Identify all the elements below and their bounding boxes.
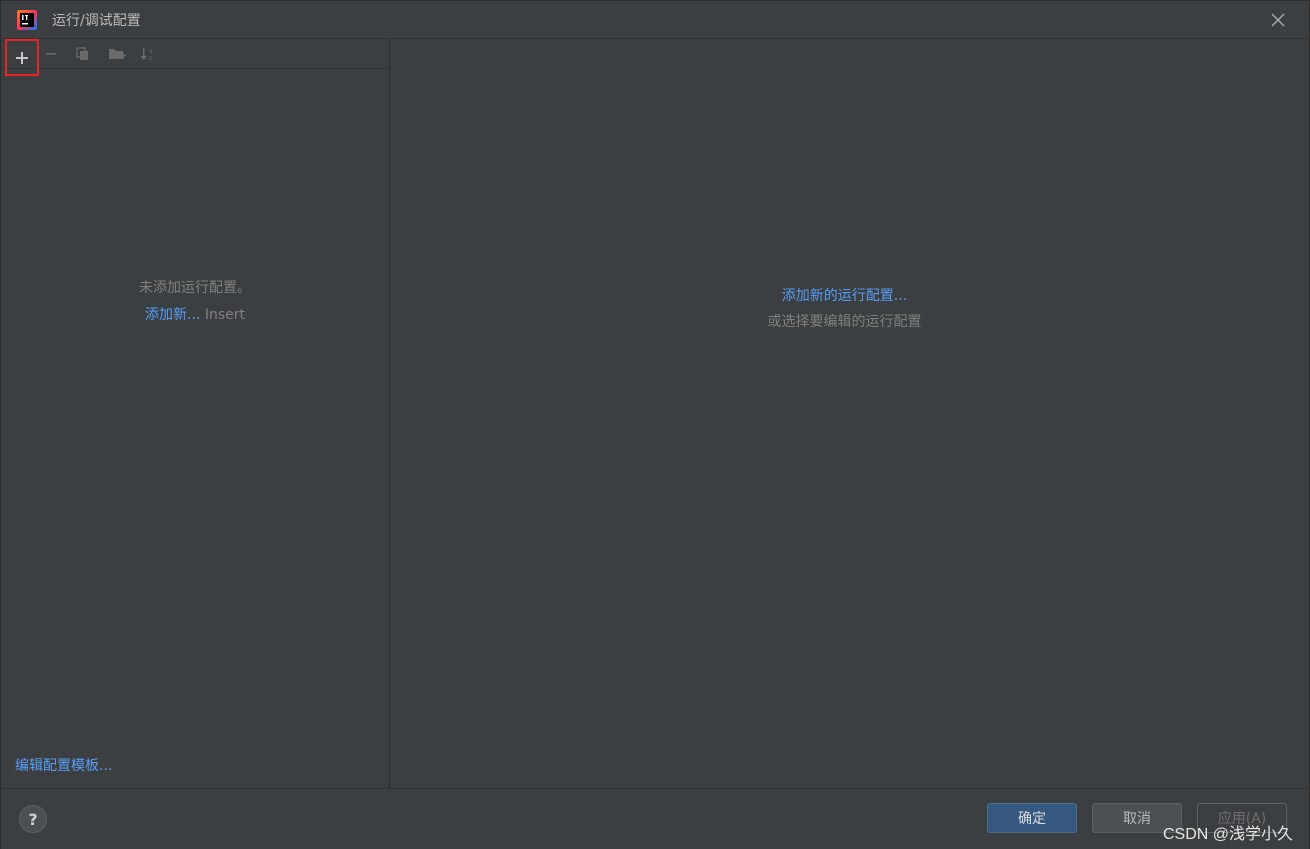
add-new-link[interactable]: 添加新... xyxy=(145,307,200,323)
add-new-run-configuration-link-text[interactable]: 添加新的运行配置... xyxy=(782,288,907,304)
add-configuration-button[interactable] xyxy=(5,39,39,76)
close-icon[interactable] xyxy=(1267,9,1289,31)
configurations-toolbar: a z xyxy=(1,39,389,76)
insert-shortcut-hint: Insert xyxy=(204,307,245,323)
add-new-run-configuration-link: 添加新的运行配置... xyxy=(390,285,1299,305)
title-bar: 运行/调试配置 xyxy=(1,1,1309,39)
dialog-button-bar: ? 确定 取消 应用(A) CSDN @浅学小久 xyxy=(1,788,1309,849)
sort-alphabetically-icon: a z xyxy=(140,48,153,62)
move-to-folder-button[interactable] xyxy=(105,42,129,66)
svg-text:a: a xyxy=(149,48,153,55)
configurations-tree-panel: a z 未添加运行配置。 添加新... Insert 编辑配置模板... xyxy=(1,39,390,788)
copy-configuration-button[interactable] xyxy=(71,42,95,66)
intellij-app-icon xyxy=(16,9,38,31)
configuration-details-panel: 添加新的运行配置... 或选择要编辑的运行配置 xyxy=(390,39,1309,788)
edit-configuration-templates-link[interactable]: 编辑配置模板... xyxy=(15,755,112,775)
copy-icon xyxy=(76,47,88,60)
help-button[interactable]: ? xyxy=(19,805,47,833)
ok-button[interactable]: 确定 xyxy=(987,803,1077,833)
svg-text:z: z xyxy=(149,55,152,62)
add-new-row: 添加新... Insert xyxy=(1,304,389,324)
run-debug-config-dialog: 运行/调试配置 a z 未添加运行配置。 添加新... Insert 编辑配置模… xyxy=(0,0,1310,849)
dialog-title: 运行/调试配置 xyxy=(52,13,141,29)
plus-icon xyxy=(16,51,28,64)
remove-configuration-button[interactable] xyxy=(39,42,63,66)
minus-icon xyxy=(46,53,56,55)
sort-configurations-button[interactable]: a z xyxy=(136,42,160,66)
no-configurations-message: 未添加运行配置。 xyxy=(139,280,251,296)
select-configuration-hint: 或选择要编辑的运行配置 xyxy=(767,314,922,330)
folder-add-icon xyxy=(109,49,126,59)
csdn-watermark: CSDN @浅学小久 xyxy=(1162,826,1293,843)
